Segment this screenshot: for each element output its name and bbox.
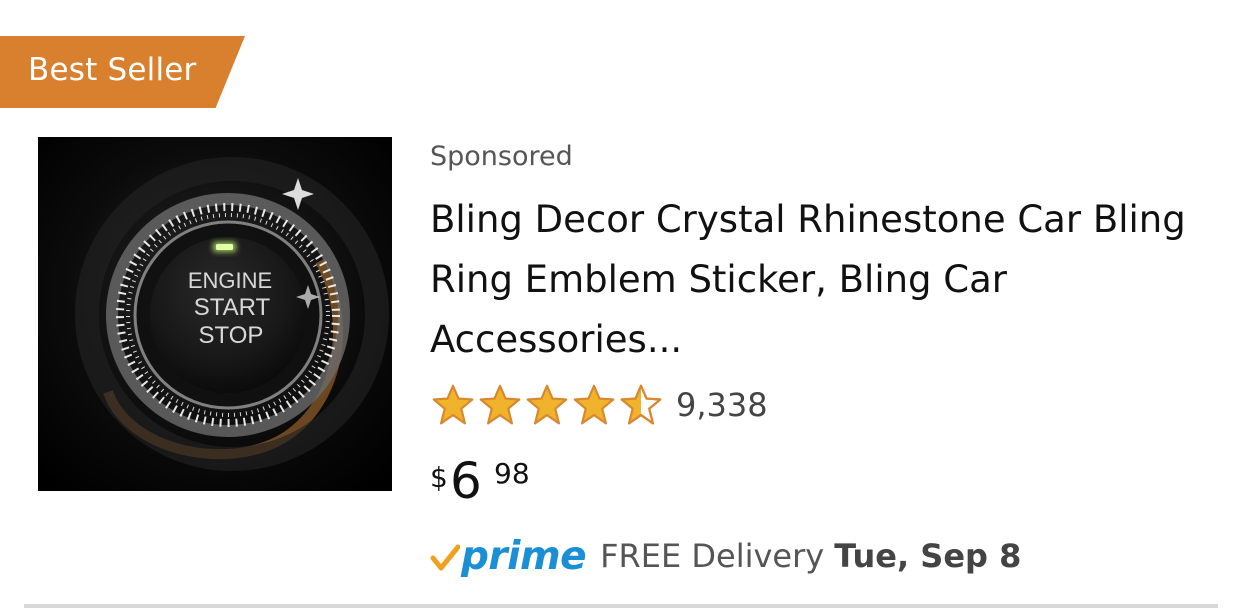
star-icon xyxy=(479,384,521,425)
price-currency: $ xyxy=(430,461,448,494)
engine-start-button-photo: ENGINE START STOP xyxy=(38,137,392,491)
best-seller-badge: Best Seller xyxy=(0,36,245,108)
price-fraction: 98 xyxy=(494,457,530,490)
engine-text: ENGINE xyxy=(188,268,272,293)
star-rating xyxy=(430,383,664,427)
half-star-icon xyxy=(620,384,662,425)
sponsored-label: Sponsored xyxy=(430,141,573,172)
product-image[interactable]: ENGINE START STOP xyxy=(38,137,392,491)
bottom-divider xyxy=(24,604,1218,608)
star-icon xyxy=(526,384,568,425)
star-icon xyxy=(432,384,474,425)
prime-logo: prime xyxy=(430,533,587,579)
delivery-date: Tue, Sep 8 xyxy=(834,537,1022,575)
free-delivery-text: FREE Delivery xyxy=(600,537,825,575)
stop-text: STOP xyxy=(199,322,264,349)
prime-check-icon xyxy=(430,544,460,571)
prime-label: prime xyxy=(461,533,587,579)
start-text: START xyxy=(194,294,271,321)
product-title[interactable]: Bling Decor Crystal Rhinestone Car Bling… xyxy=(430,190,1220,370)
price-whole: 6 xyxy=(450,452,482,510)
best-seller-label: Best Seller xyxy=(28,52,197,88)
star-icon xyxy=(573,384,615,425)
rating[interactable]: 9,338 xyxy=(430,383,768,427)
review-count[interactable]: 9,338 xyxy=(676,386,768,424)
delivery-info: prime FREE Delivery Tue, Sep 8 xyxy=(430,530,1021,582)
